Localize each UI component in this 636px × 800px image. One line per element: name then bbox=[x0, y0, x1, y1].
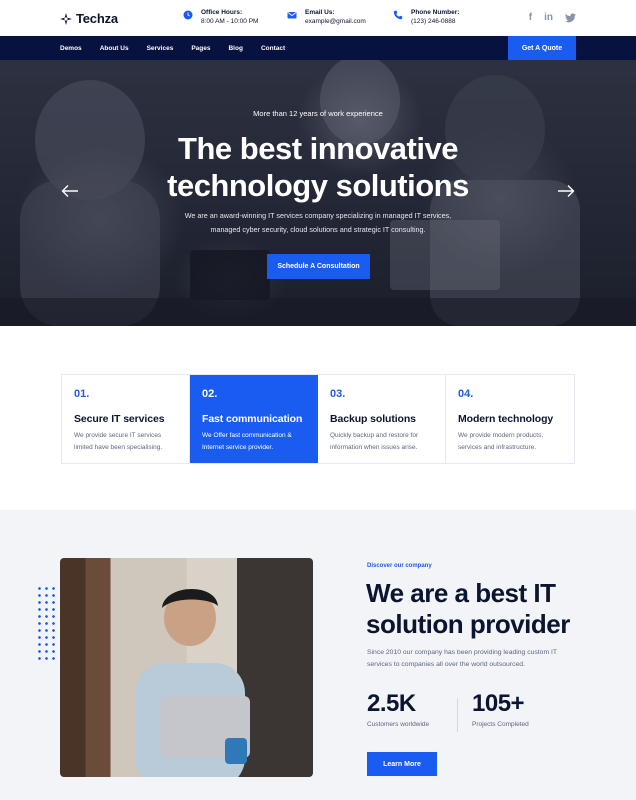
phone-info: Phone Number: (123) 246-0888 bbox=[393, 8, 459, 26]
about-kicker: Discover our company bbox=[367, 563, 432, 569]
feature-description: We Offer fast communication & Internet s… bbox=[202, 430, 306, 454]
email-label: Email Us: bbox=[305, 9, 335, 16]
logo-icon bbox=[60, 12, 72, 25]
feature-number: 02. bbox=[202, 388, 218, 400]
feature-number: 04. bbox=[458, 388, 474, 400]
feature-card-secure-it[interactable]: 01. Secure IT services We provide secure… bbox=[62, 375, 190, 463]
feature-title: Backup solutions bbox=[330, 413, 416, 425]
hero-subtitle: More than 12 years of work experience bbox=[253, 109, 383, 118]
facebook-icon[interactable]: f bbox=[529, 12, 532, 23]
feature-description-line-2: Internet service provider. bbox=[202, 444, 274, 451]
office-hours-value: 8:00 AM - 10:00 PM bbox=[201, 18, 259, 25]
about-title: We are a best IT solution provider bbox=[366, 578, 606, 640]
social-links: f in bbox=[529, 12, 576, 23]
feature-card-fast-communication[interactable]: 02. Fast communication We Offer fast com… bbox=[190, 375, 318, 463]
feature-description-line-1: We Offer fast communication & bbox=[202, 432, 292, 439]
hero-title-line-2: technology solutions bbox=[167, 168, 469, 203]
stat-label: Projects Completed bbox=[472, 721, 529, 728]
top-bar: Techza Office Hours: 8:00 AM - 10:00 PM … bbox=[0, 0, 636, 36]
dot-pattern-decoration bbox=[36, 585, 58, 660]
nav-item-contact[interactable]: Contact bbox=[261, 45, 285, 52]
hero-title-line-1: The best innovative bbox=[178, 131, 458, 166]
office-hours-label: Office Hours: bbox=[201, 9, 243, 16]
feature-card-modern-technology[interactable]: 04. Modern technology We provide modern … bbox=[446, 375, 574, 463]
about-description: Since 2010 our company has been providin… bbox=[367, 649, 557, 668]
feature-title: Modern technology bbox=[458, 413, 554, 425]
feature-number: 03. bbox=[330, 388, 346, 400]
email-info: Email Us: example@gmail.com bbox=[287, 8, 366, 26]
main-navbar: Demos About Us Services Pages Blog Conta… bbox=[0, 36, 636, 60]
feature-description: Quickly backup and restore for informati… bbox=[330, 430, 433, 454]
hero-description-line-1: We are an award-winning IT services comp… bbox=[184, 211, 452, 220]
hero-description-line-2: managed cyber security, cloud solutions … bbox=[210, 225, 426, 234]
about-section: Discover our company We are a best IT so… bbox=[0, 510, 636, 800]
nav-item-blog[interactable]: Blog bbox=[228, 45, 242, 52]
stat-label: Customers worldwide bbox=[367, 721, 430, 728]
mail-icon bbox=[287, 12, 297, 19]
feature-description-line-1: We provide secure IT services bbox=[74, 432, 162, 439]
stat-projects: 105+ Projects Completed bbox=[472, 690, 529, 728]
learn-more-button[interactable]: Learn More bbox=[367, 752, 437, 776]
features-row: 01. Secure IT services We provide secure… bbox=[61, 374, 575, 464]
nav-item-services[interactable]: Services bbox=[147, 45, 174, 52]
logo[interactable]: Techza bbox=[60, 11, 118, 26]
stat-value: 2.5K bbox=[367, 690, 416, 717]
nav-item-about-us[interactable]: About Us bbox=[100, 45, 129, 52]
clock-icon bbox=[183, 10, 193, 20]
phone-value[interactable]: (123) 246-0888 bbox=[411, 17, 459, 26]
hero-section: More than 12 years of work experience Th… bbox=[0, 60, 636, 326]
twitter-icon[interactable] bbox=[565, 12, 576, 23]
feature-description: We provide secure IT services limited ha… bbox=[74, 430, 177, 454]
office-hours: Office Hours: 8:00 AM - 10:00 PM bbox=[183, 8, 258, 26]
feature-number: 01. bbox=[74, 388, 90, 400]
hero-title: The best innovative technology solutions bbox=[0, 130, 636, 204]
stat-customers: 2.5K Customers worldwide bbox=[367, 690, 429, 728]
get-a-quote-button[interactable]: Get A Quote bbox=[508, 36, 576, 60]
feature-description-line-1: We provide modern products, bbox=[458, 432, 544, 439]
brand-name: Techza bbox=[76, 11, 118, 26]
arrow-left-icon[interactable] bbox=[61, 184, 79, 198]
about-title-line-1: We are a best IT bbox=[366, 578, 556, 608]
person-with-laptop-image bbox=[135, 588, 250, 777]
feature-description-line-2: services and infrastructure. bbox=[458, 444, 537, 451]
phone-label: Phone Number: bbox=[411, 9, 460, 16]
stat-divider bbox=[457, 698, 458, 732]
phone-icon bbox=[393, 10, 403, 20]
schedule-consultation-button[interactable]: Schedule A Consultation bbox=[267, 254, 370, 279]
about-photo bbox=[60, 558, 313, 777]
nav-item-pages[interactable]: Pages bbox=[191, 45, 210, 52]
feature-title: Fast communication bbox=[202, 413, 303, 425]
nav-menu: Demos About Us Services Pages Blog Conta… bbox=[60, 36, 303, 60]
about-title-line-2: solution provider bbox=[366, 609, 570, 639]
email-value[interactable]: example@gmail.com bbox=[305, 17, 366, 26]
arrow-right-icon[interactable] bbox=[557, 184, 575, 198]
feature-card-backup-solutions[interactable]: 03. Backup solutions Quickly backup and … bbox=[318, 375, 446, 463]
feature-description-line-2: limited have been specialising. bbox=[74, 444, 163, 451]
feature-description-line-1: Quickly backup and restore for bbox=[330, 432, 419, 439]
hero-description: We are an award-winning IT services comp… bbox=[0, 209, 636, 237]
feature-description: We provide modern products, services and… bbox=[458, 430, 562, 454]
feature-title: Secure IT services bbox=[74, 413, 165, 425]
stat-value: 105+ bbox=[472, 690, 525, 717]
feature-description-line-2: information when issues arise. bbox=[330, 444, 418, 451]
linkedin-icon[interactable]: in bbox=[544, 12, 553, 23]
nav-item-demos[interactable]: Demos bbox=[60, 45, 82, 52]
